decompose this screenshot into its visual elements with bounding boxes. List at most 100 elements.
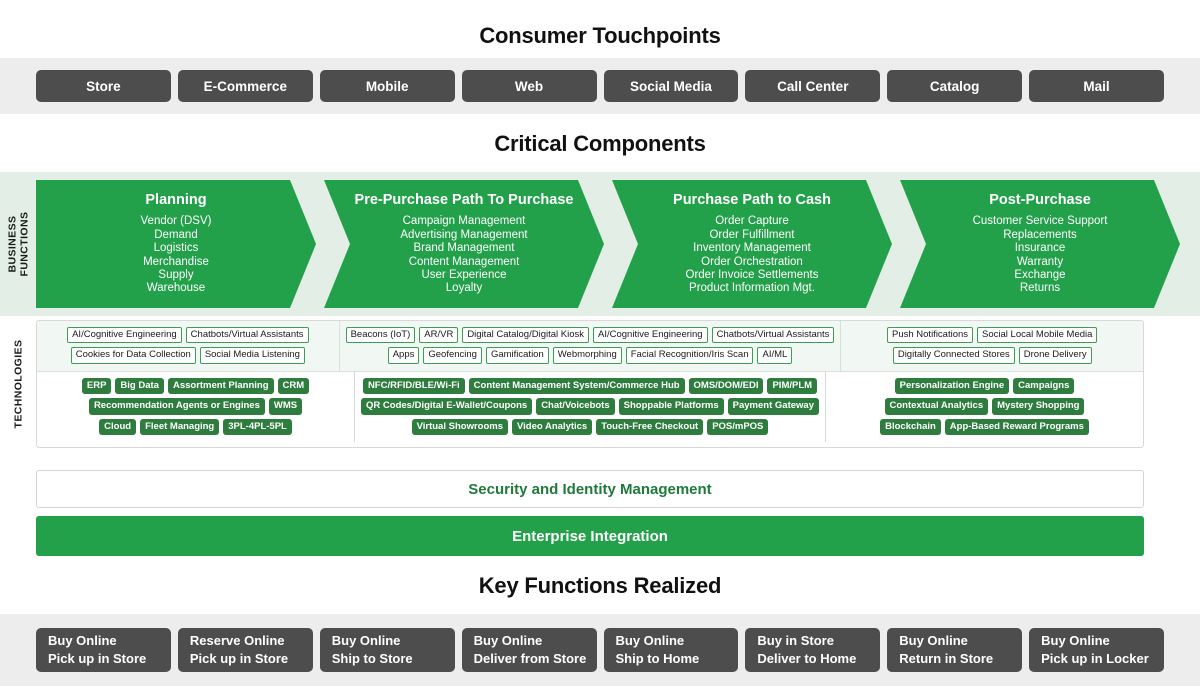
stage-item: Customer Service Support bbox=[972, 215, 1108, 228]
tech-outlined-col-pre-purchase: Beacons (IoT) AR/VR Digital Catalog/Digita… bbox=[340, 321, 842, 371]
key-function-card[interactable]: Buy Online Ship to Store bbox=[319, 628, 455, 672]
consumer-touchpoints-title: Consumer Touchpoints bbox=[479, 23, 721, 48]
touchpoint-mobile[interactable]: Mobile bbox=[319, 70, 455, 102]
technology-chip[interactable]: Beacons (IoT) bbox=[345, 327, 416, 344]
technology-chip[interactable]: Chat/Voicebots bbox=[536, 398, 615, 415]
tech-solid-col-pre-purchase: NFC/RFID/BLE/Wi-Fi Content Management Sys… bbox=[355, 371, 826, 443]
technology-chip[interactable]: Webmorphing bbox=[552, 347, 622, 364]
technology-chip[interactable]: PIM/PLM bbox=[767, 377, 818, 395]
technologies-grid: AI/Cognitive Engineering Chatbots/Virtual… bbox=[36, 320, 1144, 448]
stage-item: Warranty bbox=[1016, 255, 1064, 268]
key-function-line2: Return in Store bbox=[899, 651, 994, 666]
key-function-line2: Pick up in Store bbox=[189, 651, 289, 666]
technology-chip[interactable]: Push Notifications bbox=[887, 327, 974, 344]
technology-chip[interactable]: Gamification bbox=[485, 347, 549, 364]
technology-chip[interactable]: Video Analytics bbox=[512, 418, 593, 436]
key-function-line2: Deliver from Store bbox=[473, 651, 587, 666]
stage-items: Campaign Management Advertising Managemen… bbox=[400, 215, 527, 296]
technology-chip[interactable]: ERP bbox=[81, 377, 112, 395]
stage-item: Vendor (DSV) bbox=[140, 215, 212, 228]
technology-chip[interactable]: Chatbots/Virtual Assistants bbox=[711, 327, 835, 344]
technology-chip[interactable]: AI/Cognitive Engineering bbox=[67, 327, 182, 344]
tech-outlined-col-post-purchase: Push Notifications Social Local Mobile Me… bbox=[841, 321, 1143, 371]
touchpoint-mail[interactable]: Mail bbox=[1029, 70, 1164, 102]
technology-chip[interactable]: Touch-Free Checkout bbox=[596, 418, 704, 436]
security-identity-management-bar[interactable]: Security and Identity Management bbox=[36, 470, 1144, 508]
technology-chip[interactable]: Shoppable Platforms bbox=[618, 398, 724, 415]
stage-item: Order Orchestration bbox=[701, 255, 803, 268]
key-function-card[interactable]: Buy Online Return in Store bbox=[887, 628, 1023, 672]
key-function-card[interactable]: Buy in Store Deliver to Home bbox=[745, 628, 881, 672]
technology-chip[interactable]: Social Media Listening bbox=[199, 347, 305, 364]
key-function-line1: Buy in Store bbox=[757, 632, 834, 648]
technology-chip[interactable]: Cloud bbox=[99, 418, 137, 436]
technology-chip[interactable]: Campaigns bbox=[1013, 377, 1075, 395]
technology-chip[interactable]: Apps bbox=[387, 347, 420, 364]
technologies-side-label-text: TECHNOLOGIES bbox=[11, 339, 24, 429]
technology-chip[interactable]: NFC/RFID/BLE/Wi-Fi bbox=[362, 377, 465, 395]
technology-chip[interactable]: Drone Delivery bbox=[1018, 347, 1092, 364]
technology-chip[interactable]: Blockchain bbox=[880, 418, 941, 436]
critical-components-title: Critical Components bbox=[494, 131, 706, 156]
technology-chip[interactable]: Facial Recognition/Iris Scan bbox=[625, 347, 754, 364]
technology-chip[interactable]: Recommendation Agents or Engines bbox=[88, 398, 265, 415]
chip-line: Push Notifications Social Local Mobile Me… bbox=[887, 327, 1098, 344]
technology-chip[interactable]: Chatbots/Virtual Assistants bbox=[185, 327, 309, 344]
chip-line: Personalization Engine Campaigns bbox=[894, 377, 1075, 395]
touchpoint-web[interactable]: Web bbox=[461, 70, 597, 102]
stage-item: Order Fulfillment bbox=[709, 228, 795, 241]
technology-chip[interactable]: Content Management System/Commerce Hub bbox=[468, 377, 685, 395]
stage-item: Loyalty bbox=[445, 282, 483, 295]
technology-chip[interactable]: Digital Catalog/Digital Kiosk bbox=[462, 327, 590, 344]
chip-line: Digitally Connected Stores Drone Delivery bbox=[892, 347, 1092, 364]
chip-line: NFC/RFID/BLE/Wi-Fi Content Management Sys… bbox=[362, 377, 818, 395]
technology-chip[interactable]: Payment Gateway bbox=[727, 398, 819, 415]
technology-chip[interactable]: AI/ML bbox=[757, 347, 793, 364]
technology-chip[interactable]: Personalization Engine bbox=[894, 377, 1010, 395]
technology-chip[interactable]: AI/Cognitive Engineering bbox=[593, 327, 708, 344]
touchpoint-call-center[interactable]: Call Center bbox=[745, 70, 881, 102]
technology-chip[interactable]: CRM bbox=[277, 377, 310, 395]
technology-chip[interactable]: Cookies for Data Collection bbox=[70, 347, 196, 364]
chip-line: QR Codes/Digital E-Wallet/Coupons Chat/Vo… bbox=[361, 398, 819, 415]
touchpoint-ecommerce[interactable]: E-Commerce bbox=[177, 70, 313, 102]
touchpoint-store[interactable]: Store bbox=[36, 70, 171, 102]
technology-chip[interactable]: Big Data bbox=[115, 377, 164, 395]
technology-chip[interactable]: Digitally Connected Stores bbox=[892, 347, 1015, 364]
enterprise-integration-bar[interactable]: Enterprise Integration bbox=[36, 516, 1144, 556]
technology-chip[interactable]: Social Local Mobile Media bbox=[977, 327, 1098, 344]
stage-arrow-pre-purchase-path-to-purchase[interactable]: Pre-Purchase Path To Purchase Campaign M… bbox=[324, 180, 604, 308]
key-function-card[interactable]: Buy Online Pick up in Store bbox=[36, 628, 171, 672]
stage-arrow-purchase-path-to-cash[interactable]: Purchase Path to Cash Order Capture Order… bbox=[612, 180, 892, 308]
consumer-touchpoints-band: Store E-Commerce Mobile Web Social Media… bbox=[0, 58, 1200, 114]
technology-chip[interactable]: Geofencing bbox=[423, 347, 482, 364]
touchpoint-catalog[interactable]: Catalog bbox=[887, 70, 1023, 102]
technologies-band: TECHNOLOGIES AI/Cognitive Engineering Cha… bbox=[0, 320, 1200, 448]
touchpoint-social-media[interactable]: Social Media bbox=[603, 70, 739, 102]
technology-chip[interactable]: Fleet Managing bbox=[140, 418, 220, 436]
technology-chip[interactable]: POS/mPOS bbox=[707, 418, 769, 436]
technology-chip[interactable]: QR Codes/Digital E-Wallet/Coupons bbox=[361, 398, 533, 415]
technology-chip[interactable]: Mystery Shopping bbox=[992, 398, 1085, 415]
technology-chip[interactable]: 3PL-4PL-5PL bbox=[223, 418, 292, 436]
stage-item: Logistics bbox=[153, 242, 199, 255]
key-function-line1: Buy Online bbox=[473, 632, 543, 648]
key-function-line1: Buy Online bbox=[48, 632, 117, 648]
key-function-card[interactable]: Buy Online Deliver from Store bbox=[461, 628, 597, 672]
key-functions-title: Key Functions Realized bbox=[478, 573, 722, 598]
key-function-card[interactable]: Buy Online Ship to Home bbox=[603, 628, 739, 672]
technology-chip[interactable]: WMS bbox=[268, 398, 303, 415]
technology-chip[interactable]: App-Based Reward Programs bbox=[944, 418, 1089, 436]
technology-chip[interactable]: Assortment Planning bbox=[167, 377, 274, 395]
stage-arrow-planning[interactable]: Planning Vendor (DSV) Demand Logistics Merc… bbox=[36, 180, 316, 308]
key-function-card[interactable]: Reserve Online Pick up in Store bbox=[177, 628, 313, 672]
technology-chip[interactable]: Virtual Showrooms bbox=[411, 418, 508, 436]
technology-chip[interactable]: AR/VR bbox=[419, 327, 459, 344]
stage-item: Advertising Management bbox=[400, 228, 528, 241]
technology-chip[interactable]: Contextual Analytics bbox=[884, 398, 989, 415]
key-function-card[interactable]: Buy Online Pick up in Locker bbox=[1029, 628, 1164, 672]
technology-chip[interactable]: OMS/DOM/EDI bbox=[688, 377, 764, 395]
key-functions-band: Buy Online Pick up in Store Reserve Onli… bbox=[0, 614, 1200, 686]
stage-arrow-post-purchase[interactable]: Post-Purchase Customer Service Support Re… bbox=[900, 180, 1180, 308]
stage-item: Campaign Management bbox=[402, 215, 526, 228]
